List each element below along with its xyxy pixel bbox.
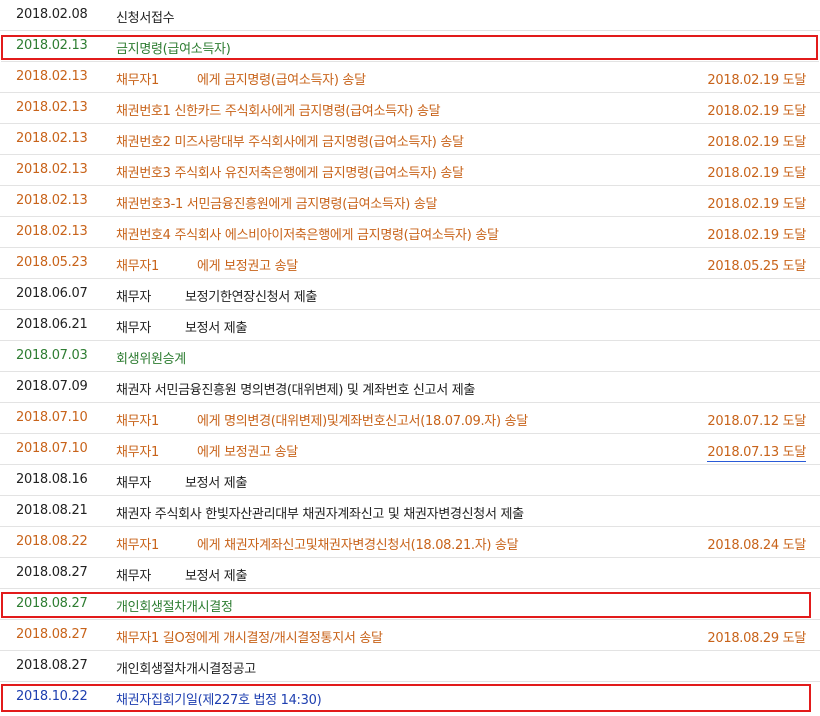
row-party: 채무자 [116,569,151,584]
row-delivery: 2018.02.19 도달 [707,73,806,88]
row-action: 에게 채권자계좌신고및채권자변경신청서(18.08.21.자) 송달 [196,538,519,553]
case-progress-list: 2018.02.08 신청서접수 2018.02.13 금지명령(급여소득자) … [0,0,820,713]
row-action: 에게 보정권고 송달 [196,259,298,274]
row-description: 채권자집회기일(제227호 법정 14:30) [116,693,322,708]
list-item: 2018.08.16 채무자 보정서 제출 [0,465,820,496]
row-description: 채무자1 에게 채권자계좌신고및채권자변경신청서(18.08.21.자) 송달 [116,534,519,553]
row-description: 채무자1 길O정에게 개시결정/개시결정통지서 송달 [116,631,383,646]
row-description: 개인회생절차개시결정 [116,600,233,615]
row-description: 금지명령(급여소득자) [116,42,231,57]
row-description: 채무자 보정서 제출 [116,317,247,336]
list-item: 2018.02.13 채무자1 에게 금지명령(급여소득자) 송달 2018.02… [0,62,820,93]
row-delivery: 2018.05.25 도달 [707,259,806,274]
row-description: 채무자1 에게 금지명령(급여소득자) 송달 [116,69,366,88]
list-item: 2018.07.09 채권자 서민금융진흥원 명의변경(대위변제) 및 계좌번호… [0,372,820,403]
list-item: 2018.08.27 개인회생절차개시결정 [0,589,820,620]
row-date: 2018.06.21 [16,317,88,332]
row-party: 채무자1 [116,414,159,429]
row-description: 채권번호1 신한카드 주식회사에게 금지명령(급여소득자) 송달 [116,104,441,119]
list-item: 2018.02.13 채권번호3-1 서민금융진흥원에게 금지명령(급여소득자)… [0,186,820,217]
list-item: 2018.07.10 채무자1 에게 명의변경(대위변제)및계좌번호신고서(18.… [0,403,820,434]
list-item: 2018.08.22 채무자1 에게 채권자계좌신고및채권자변경신청서(18.08… [0,527,820,558]
row-date: 2018.02.13 [16,162,88,177]
row-date: 2018.08.27 [16,565,88,580]
row-date: 2018.07.09 [16,379,88,394]
row-party: 채무자 [116,476,151,491]
list-item: 2018.02.13 채권번호4 주식회사 에스비아이저축은행에게 금지명령(급… [0,217,820,248]
row-party: 채무자1 [116,73,159,88]
list-item: 2018.02.13 채권번호2 미즈사랑대부 주식회사에게 금지명령(급여소득… [0,124,820,155]
row-delivery: 2018.07.12 도달 [707,414,806,429]
list-item: 2018.02.13 금지명령(급여소득자) [1,31,819,62]
row-action: 보정서 제출 [184,476,248,491]
row-description: 채무자1 에게 보정권고 송달 [116,255,298,274]
row-action: 에게 금지명령(급여소득자) 송달 [196,73,366,88]
row-action: 보정서 제출 [184,569,248,584]
row-date: 2018.08.27 [16,596,88,611]
row-party: 채무자1 [116,445,159,460]
row-description: 채무자1 에게 명의변경(대위변제)및계좌번호신고서(18.07.09.자) 송달 [116,410,528,429]
list-item: 2018.08.27 채무자 보정서 제출 [0,558,820,589]
row-description: 채권자 서민금융진흥원 명의변경(대위변제) 및 계좌번호 신고서 제출 [116,383,476,398]
list-item: 2018.02.13 채권번호3 주식회사 유진저축은행에게 금지명령(급여소득… [0,155,820,186]
row-date: 2018.02.08 [16,7,88,22]
row-delivery-link[interactable]: 2018.07.13 도달 [707,441,806,462]
row-date: 2018.08.22 [16,534,88,549]
row-party: 채무자 [116,290,151,305]
row-party: 채무자1 [116,538,159,553]
row-description: 채권번호3-1 서민금융진흥원에게 금지명령(급여소득자) 송달 [116,197,438,212]
row-date: 2018.06.07 [16,286,88,301]
row-date: 2018.02.13 [16,69,88,84]
row-action: 에게 명의변경(대위변제)및계좌번호신고서(18.07.09.자) 송달 [196,414,528,429]
list-item: 2018.10.22 채권자집회기일(제227호 법정 14:30) [0,682,820,713]
row-description: 회생위원승계 [116,352,186,367]
row-delivery: 2018.08.24 도달 [707,538,806,553]
list-item: 2018.07.03 회생위원승계 [0,341,820,372]
list-item: 2018.06.21 채무자 보정서 제출 [0,310,820,341]
row-delivery: 2018.08.29 도달 [707,631,806,646]
list-item: 2018.02.13 채권번호1 신한카드 주식회사에게 금지명령(급여소득자)… [0,93,820,124]
row-date: 2018.07.10 [16,410,88,425]
list-item: 2018.08.21 채권자 주식회사 한빛자산관리대부 채권자계좌신고 및 채… [0,496,820,527]
row-date: 2018.08.27 [16,627,88,642]
row-date: 2018.02.13 [16,193,88,208]
list-item: 2018.08.27 채무자1 길O정에게 개시결정/개시결정통지서 송달 20… [0,620,820,651]
row-date: 2018.08.21 [16,503,88,518]
row-date: 2018.08.16 [16,472,88,487]
row-date: 2018.02.13 [16,38,88,53]
row-description: 채무자 보정기한연장신청서 제출 [116,286,317,305]
row-date: 2018.07.03 [16,348,88,363]
row-description: 채무자 보정서 제출 [116,472,247,491]
row-description: 채권번호3 주식회사 유진저축은행에게 금지명령(급여소득자) 송달 [116,166,464,181]
row-date: 2018.07.10 [16,441,88,456]
list-item: 2018.06.07 채무자 보정기한연장신청서 제출 [0,279,820,310]
row-description: 채권번호2 미즈사랑대부 주식회사에게 금지명령(급여소득자) 송달 [116,135,464,150]
row-delivery: 2018.02.19 도달 [707,104,806,119]
row-date: 2018.02.13 [16,224,88,239]
list-item: 2018.08.27 개인회생절차개시결정공고 [0,651,820,682]
row-delivery: 2018.02.19 도달 [707,228,806,243]
row-date: 2018.02.13 [16,131,88,146]
row-description: 채무자1 에게 보정권고 송달 [116,441,298,460]
row-date: 2018.02.13 [16,100,88,115]
row-description: 신청서접수 [116,11,175,26]
list-item: 2018.05.23 채무자1 에게 보정권고 송달 2018.05.25 도달 [0,248,820,279]
row-date: 2018.05.23 [16,255,88,270]
row-description: 개인회생절차개시결정공고 [116,662,256,677]
row-description: 채권번호4 주식회사 에스비아이저축은행에게 금지명령(급여소득자) 송달 [116,228,499,243]
row-action: 보정서 제출 [184,321,248,336]
row-party: 채무자1 [116,259,159,274]
row-party: 채무자 [116,321,151,336]
row-date: 2018.08.27 [16,658,88,673]
row-action: 보정기한연장신청서 제출 [184,290,318,305]
row-delivery: 2018.02.19 도달 [707,166,806,181]
row-description: 채무자 보정서 제출 [116,565,247,584]
list-item: 2018.02.08 신청서접수 [0,0,820,31]
row-date: 2018.10.22 [16,689,88,704]
row-delivery: 2018.02.19 도달 [707,197,806,212]
row-delivery: 2018.02.19 도달 [707,135,806,150]
list-item: 2018.07.10 채무자1 에게 보정권고 송달 2018.07.13 도달 [0,434,820,465]
row-action: 에게 보정권고 송달 [196,445,298,460]
row-description: 채권자 주식회사 한빛자산관리대부 채권자계좌신고 및 채권자변경신청서 제출 [116,507,524,522]
